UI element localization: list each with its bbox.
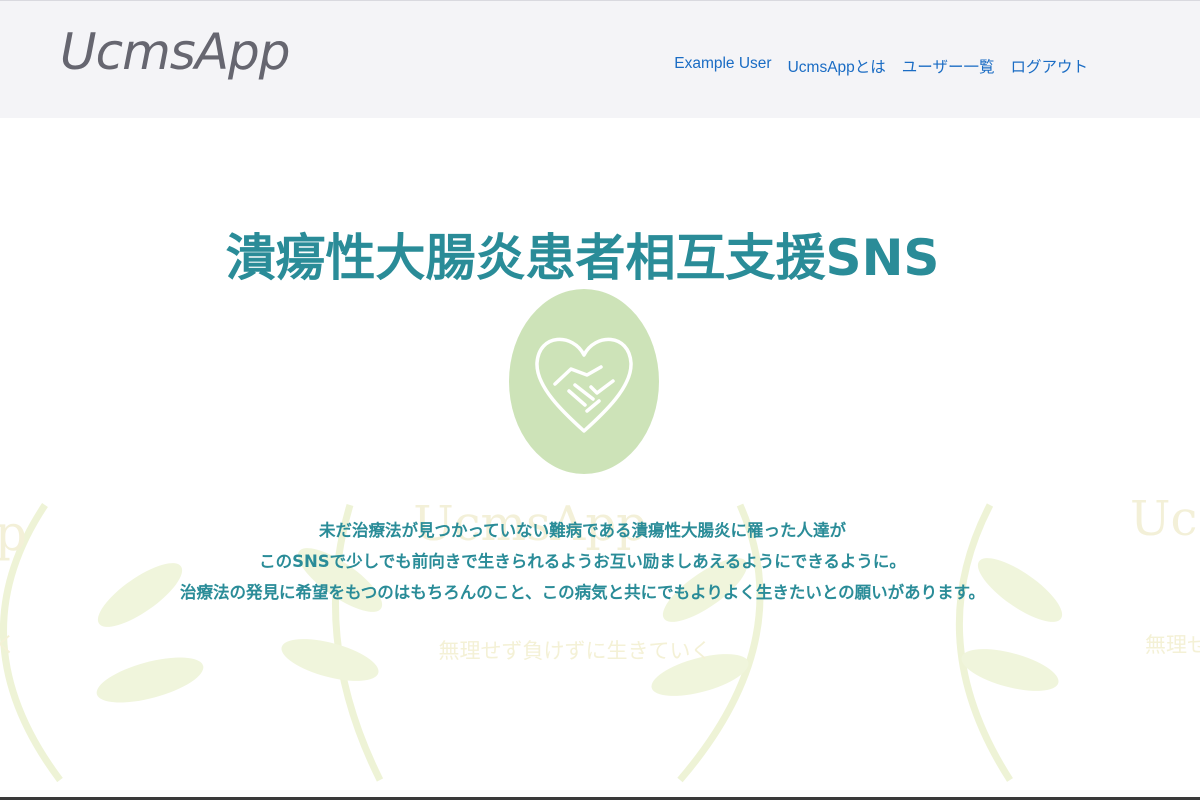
watermark-tagline-partial-right: 無理せ: [1145, 633, 1200, 657]
hero-title: 潰瘍性大腸炎患者相互支援SNS: [225, 228, 940, 287]
description-line: 治療法の発見に希望をもつのはもちろんのこと、この病気と共にでもよりよく生きたいと…: [179, 583, 986, 602]
brand-logo[interactable]: UcmsApp: [60, 27, 291, 77]
navbar: UcmsApp Example User UcmsAppとは ユーザー一覧 ログ…: [0, 0, 1200, 118]
nav-links: Example User UcmsAppとは ユーザー一覧 ログアウト: [674, 55, 1088, 77]
hero-description: 未だ治療法が見つかっていない難病である潰瘍性大腸炎に罹った人達が このSNSで少…: [0, 515, 1165, 608]
watermark-tagline: 無理せず負けずに生きていく: [439, 639, 712, 663]
page: UcmsApp Example User UcmsAppとは ユーザー一覧 ログ…: [0, 0, 1200, 800]
nav-link-users[interactable]: ユーザー一覧: [902, 55, 995, 77]
leaf-shape: [281, 639, 379, 681]
nav-link-profile[interactable]: Example User: [674, 55, 771, 77]
description-line: 未だ治療法が見つかっていない難病である潰瘍性大腸炎に罹った人達が: [318, 521, 846, 540]
description-line: このSNSで少しでも前向きで生きられるようお互い励ましあえるようにできるように。: [259, 552, 906, 571]
heart-handshake-icon: [535, 337, 633, 433]
leaf-shape: [961, 649, 1059, 691]
nav-link-logout[interactable]: ログアウト: [1010, 55, 1088, 77]
app-logo: [509, 289, 659, 474]
watermark-tagline-partial-left: く: [0, 633, 16, 657]
leaf-shape: [96, 657, 204, 703]
nav-link-about[interactable]: UcmsAppとは: [788, 55, 886, 77]
